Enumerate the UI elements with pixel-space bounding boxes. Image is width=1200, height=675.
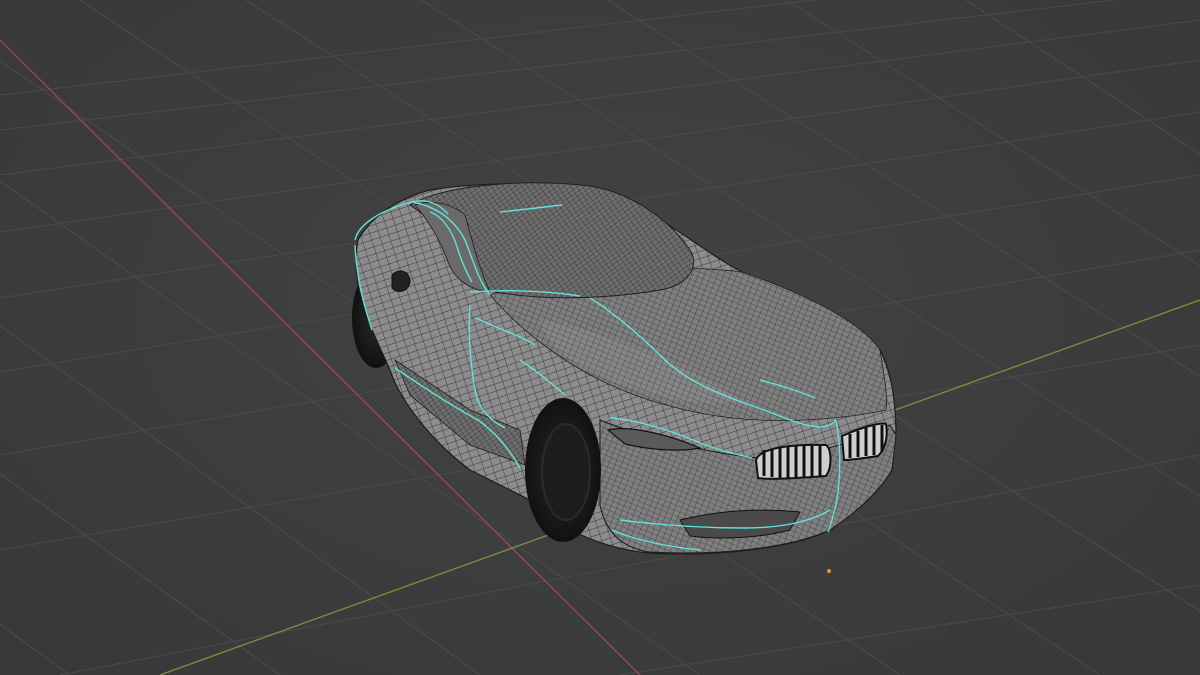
front-rim	[541, 423, 591, 521]
object-origin-dot[interactable]	[827, 569, 831, 573]
3d-viewport[interactable]	[0, 0, 1200, 675]
side-mirror	[391, 270, 411, 292]
viewport-canvas[interactable]	[0, 0, 1200, 675]
